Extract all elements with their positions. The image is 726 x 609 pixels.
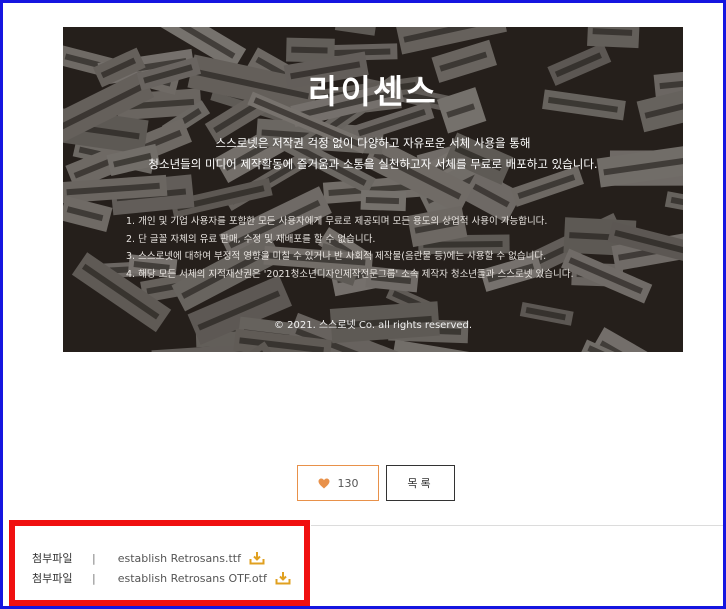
banner-title: 라이센스 — [308, 72, 438, 111]
download-icon[interactable] — [249, 551, 265, 565]
like-button[interactable]: 130 — [297, 465, 379, 501]
attachment-row: 첨부파일 | establish Retrosans OTF.otf — [32, 570, 291, 586]
license-rules: 1. 개인 및 기업 사용자를 포함한 모든 사용자에게 무료로 제공되며 모든… — [126, 213, 574, 283]
attachment-label: 첨부파일 — [32, 572, 73, 585]
copyright-text: © 2021. 스스로넷 Co. all rights reserved. — [273, 320, 473, 331]
license-banner: 라이센스 스스로넷은 저작권 걱정 없이 다양하고 자유로운 서체 사용을 통해… — [63, 27, 683, 352]
download-icon[interactable] — [275, 571, 291, 585]
section-divider — [311, 525, 723, 526]
attachment-link[interactable]: establish Retrosans.ttf — [118, 552, 241, 565]
banner-intro: 스스로넷은 저작권 걱정 없이 다양하고 자유로운 서체 사용을 통해 청소년들… — [63, 133, 683, 175]
intro-line-2: 청소년들의 미디어 제작활동에 즐거움과 소통을 실천하고자 서체를 무료로 배… — [148, 157, 598, 171]
attachments-highlight: 첨부파일 | establish Retrosans.ttf 첨부파일 | es… — [9, 520, 310, 606]
heart-icon — [318, 478, 329, 488]
rule-item: 3. 스스로넷에 대하여 부정적 영향을 미칠 수 있거나 반 사회적 제작물(… — [126, 251, 547, 263]
attachment-label: 첨부파일 — [32, 552, 73, 565]
list-button[interactable]: 목록 — [386, 465, 455, 501]
attachment-row: 첨부파일 | establish Retrosans.ttf — [32, 550, 265, 566]
attachment-separator: | — [92, 571, 96, 585]
list-button-label: 목록 — [407, 477, 434, 490]
rule-item: 1. 개인 및 기업 사용자를 포함한 모든 사용자에게 무료로 제공되며 모든… — [126, 216, 548, 227]
attachment-separator: | — [92, 551, 96, 565]
attachment-link[interactable]: establish Retrosans OTF.otf — [118, 572, 267, 585]
like-count: 130 — [337, 476, 359, 490]
rule-item: 2. 단 글꼴 자체의 유료 판매, 수정 및 재배포를 할 수 없습니다. — [126, 233, 376, 245]
intro-line-1: 스스로넷은 저작권 걱정 없이 다양하고 자유로운 서체 사용을 통해 — [215, 136, 531, 150]
rule-item: 4. 해당 모든 서체의 지적재산권은 '2021청소년디자인제작전문그룹' 소… — [126, 268, 574, 280]
